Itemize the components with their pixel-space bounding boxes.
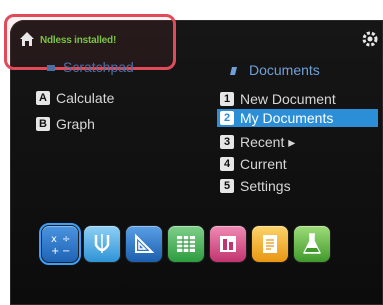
documents-title: Documents (249, 62, 320, 78)
data-statistics-app-icon[interactable] (210, 226, 246, 262)
spreadsheet-glyph (177, 236, 195, 252)
flask-glyph (303, 233, 321, 254)
shortcut-key: 2 (220, 111, 234, 125)
menu-item-label: Calculate (56, 90, 115, 106)
menu-item-label: New Document (240, 91, 336, 107)
menu-item-my-documents[interactable]: 2 My Documents (217, 109, 378, 127)
menu-item-label: Current (240, 156, 287, 172)
graph-glyph (94, 234, 110, 253)
shortcut-key: 3 (220, 135, 234, 149)
scratchpad-icon (47, 65, 55, 71)
svg-text:x: x (51, 234, 57, 245)
svg-text:÷: ÷ (62, 234, 70, 245)
shortcut-key: A (36, 91, 50, 105)
menu-item-label: Graph (56, 116, 95, 132)
shortcut-key: 5 (220, 179, 234, 193)
menu-item-label: Settings (240, 178, 291, 194)
menu-item-new-document[interactable]: 1 New Document (220, 90, 336, 108)
app-bar: x ÷ + − (39, 223, 330, 265)
menu-item-settings[interactable]: 5 Settings (220, 177, 291, 195)
svg-text:−: − (62, 246, 70, 257)
geometry-glyph (135, 233, 155, 253)
menu-item-calculate[interactable]: A Calculate (36, 89, 114, 107)
svg-text:+: + (51, 246, 59, 257)
calculator-glyph: x ÷ + − (51, 234, 70, 257)
menu-item-label: My Documents (240, 110, 334, 126)
menu-item-graph[interactable]: B Graph (36, 115, 95, 133)
lists-spreadsheet-app-icon[interactable] (168, 226, 204, 262)
status-message: Ndless installed! (40, 35, 117, 46)
vernier-dataquest-app-icon[interactable] (294, 226, 330, 262)
notes-glyph (263, 235, 277, 253)
graphs-app-icon[interactable] (84, 226, 120, 262)
scratchpad-title: Scratchpad (63, 59, 134, 75)
settings-icon[interactable] (361, 30, 379, 48)
menu-item-label: Recent ▸ (240, 133, 296, 150)
menu-item-current[interactable]: 4 Current (220, 155, 287, 173)
documents-icon (230, 67, 237, 75)
calculator-app-icon[interactable]: x ÷ + − (39, 223, 81, 265)
menu-item-recent[interactable]: 3 Recent ▸ (220, 133, 295, 151)
statistics-glyph (220, 236, 236, 252)
shortcut-key: 1 (220, 92, 234, 106)
shortcut-key: 4 (220, 157, 234, 171)
shortcut-key: B (36, 117, 50, 131)
home-icon[interactable] (18, 30, 36, 48)
notes-app-icon[interactable] (252, 226, 288, 262)
geometry-app-icon[interactable] (126, 226, 162, 262)
